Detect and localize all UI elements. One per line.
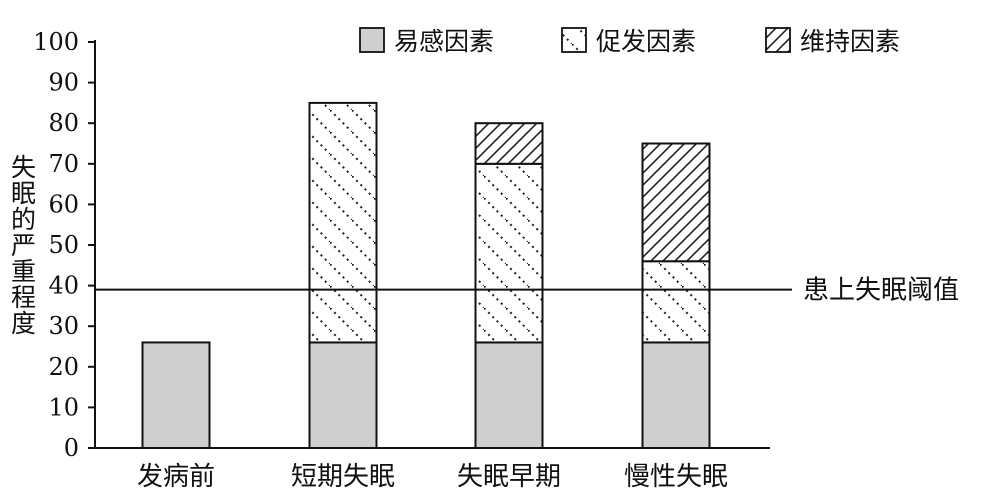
y-tick-label: 70	[48, 150, 79, 178]
bar-segment	[474, 122, 544, 165]
x-tick-label: 失眠早期	[457, 462, 561, 492]
bars	[141, 101, 711, 449]
y-tick-label: 20	[48, 353, 79, 381]
y-tick-label: 60	[48, 190, 79, 218]
legend-swatch	[765, 27, 791, 53]
legend-label: 易感因素	[394, 27, 494, 56]
y-tick-label: 80	[48, 109, 79, 137]
x-tick-label: 短期失眠	[291, 462, 395, 492]
threshold-label: 患上失眠阈值	[803, 276, 959, 306]
y-tick-label: 0	[64, 434, 79, 462]
legend-swatch	[359, 27, 385, 53]
y-tick-label: 50	[48, 231, 79, 259]
bar-segment	[474, 162, 544, 344]
y-tick-label: 40	[48, 272, 79, 300]
y-tick-label: 90	[48, 69, 79, 97]
bar-segment	[141, 341, 211, 449]
bar-segment	[641, 341, 711, 449]
legend: 易感因素 促发因素 维持因素	[359, 27, 900, 56]
y-axis-title: 失眠的严重程度	[8, 154, 37, 336]
bar-segment	[474, 341, 544, 449]
chart: 失眠的严重程度 0 10 20 30 40 50 60 70 80 90 100 患上失眠阈值 发病…	[8, 27, 960, 492]
legend-label: 促发因素	[596, 27, 696, 56]
bar-segment	[308, 101, 378, 344]
y-ticks: 0 10 20 30 40 50 60 70 80 90 100	[33, 28, 95, 462]
bar-segment	[641, 260, 711, 344]
x-tick-label: 慢性失眠	[624, 462, 728, 492]
bar-segment	[308, 341, 378, 449]
y-tick-label: 30	[48, 312, 79, 340]
y-tick-label: 10	[48, 393, 79, 421]
bar-segment	[641, 142, 711, 263]
y-axis-label: 失眠的严重程度	[8, 154, 37, 336]
y-tick-label: 100	[33, 28, 79, 56]
x-labels: 发病前 短期失眠 失眠早期 慢性失眠	[137, 462, 728, 492]
x-tick-label: 发病前	[137, 462, 215, 492]
legend-label: 维持因素	[800, 27, 900, 56]
legend-swatch	[561, 27, 587, 53]
